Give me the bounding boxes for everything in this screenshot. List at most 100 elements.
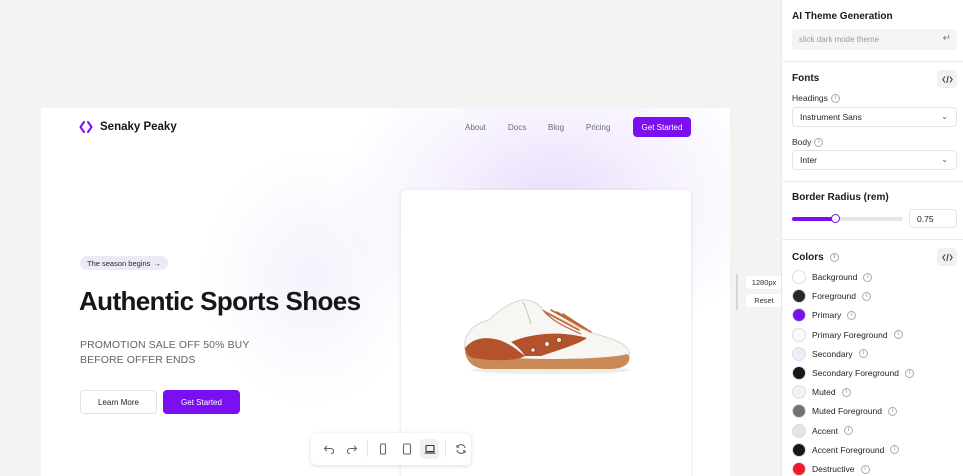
- info-icon[interactable]: i: [861, 291, 871, 301]
- color-label: Background: [812, 272, 858, 282]
- toolbar-divider: [445, 441, 446, 457]
- color-row[interactable]: Foreground i: [792, 288, 871, 304]
- colors-code-button[interactable]: [937, 248, 957, 266]
- color-swatch[interactable]: [792, 346, 806, 361]
- info-icon[interactable]: i: [890, 445, 900, 455]
- info-icon[interactable]: i: [847, 310, 857, 320]
- sneaker-image: [464, 299, 631, 374]
- logo-text: Senaky Peaky: [100, 121, 177, 133]
- info-icon[interactable]: i: [814, 137, 824, 147]
- headings-font-value: Instrument Sans: [800, 112, 862, 122]
- info-icon[interactable]: i: [893, 330, 903, 340]
- color-swatch[interactable]: [792, 385, 806, 400]
- badge-label: The season begins: [87, 258, 151, 268]
- color-swatch[interactable]: [792, 462, 806, 476]
- color-row[interactable]: Background i: [792, 269, 873, 285]
- fonts-title: Fonts: [792, 73, 820, 84]
- info-icon[interactable]: i: [841, 387, 851, 397]
- info-icon[interactable]: i: [844, 426, 853, 436]
- info-icon[interactable]: i: [830, 93, 840, 103]
- headings-font-label: Headings i: [792, 93, 840, 103]
- mobile-icon: [380, 443, 387, 455]
- color-row[interactable]: Secondary Foreground i: [792, 365, 914, 381]
- chevron-down-icon: ⌄: [941, 112, 948, 121]
- border-radius-slider[interactable]: [792, 214, 903, 223]
- color-swatch[interactable]: [792, 423, 806, 438]
- background-glow-soft: [201, 148, 421, 408]
- fonts-code-button[interactable]: [937, 70, 957, 88]
- site-nav: Senaky Peaky About Docs Blog Pricing Get…: [41, 108, 730, 148]
- color-label: Accent Foreground: [812, 444, 885, 455]
- border-radius-title: Border Radius (rem): [792, 192, 889, 203]
- color-row[interactable]: Accent i: [792, 423, 853, 439]
- code-icon: [941, 75, 953, 83]
- info-icon[interactable]: i: [858, 349, 868, 359]
- nav-link-pricing[interactable]: Pricing: [586, 123, 610, 132]
- color-swatch[interactable]: [792, 327, 806, 342]
- color-label: Accent: [812, 425, 838, 436]
- undo-button[interactable]: [319, 439, 338, 459]
- section-divider: [782, 61, 963, 62]
- site-preview: Senaky Peaky About Docs Blog Pricing Get…: [41, 108, 730, 476]
- color-swatch[interactable]: [792, 308, 806, 323]
- site-logo[interactable]: Senaky Peaky: [79, 120, 177, 134]
- slider-thumb[interactable]: [831, 214, 841, 223]
- mobile-view-button[interactable]: [374, 439, 393, 459]
- learn-more-button[interactable]: Learn More: [80, 390, 157, 414]
- laptop-icon: [424, 444, 435, 454]
- color-swatch[interactable]: [792, 289, 806, 304]
- section-divider: [782, 239, 963, 240]
- color-label: Secondary Foreground: [812, 368, 899, 378]
- tablet-icon: [402, 443, 411, 455]
- tablet-view-button[interactable]: [397, 439, 416, 459]
- info-icon[interactable]: i: [829, 253, 839, 262]
- info-icon[interactable]: i: [863, 272, 873, 282]
- color-label: Primary Foreground: [812, 329, 888, 340]
- headings-font-select[interactable]: Instrument Sans ⌄: [792, 107, 957, 127]
- color-label: Primary: [812, 310, 842, 321]
- redo-button[interactable]: [342, 439, 361, 459]
- color-row[interactable]: Secondary i: [792, 346, 868, 362]
- color-swatch[interactable]: [792, 442, 806, 457]
- color-swatch[interactable]: [792, 404, 806, 419]
- colors-title: Colors i: [792, 252, 839, 263]
- body-font-select[interactable]: Inter ⌄: [792, 150, 957, 170]
- ai-theme-placeholder: slick dark mode theme: [799, 35, 880, 44]
- laptop-view-button[interactable]: [420, 439, 440, 459]
- color-row[interactable]: Primary Foreground i: [792, 327, 903, 343]
- info-icon[interactable]: i: [904, 368, 914, 378]
- get-started-button[interactable]: Get Started: [163, 390, 240, 414]
- viewport-size-label: 1280px: [746, 276, 782, 289]
- body-font-value: Inter: [800, 155, 818, 165]
- color-swatch[interactable]: [792, 270, 806, 284]
- color-swatch[interactable]: [792, 366, 806, 380]
- enter-icon[interactable]: ↵: [943, 33, 951, 44]
- nav-get-started-button[interactable]: Get Started: [633, 117, 691, 137]
- redo-icon: [346, 445, 357, 455]
- color-row[interactable]: Primary i: [792, 307, 857, 323]
- colors-title-text: Colors: [792, 252, 824, 263]
- color-row[interactable]: Accent Foreground i: [792, 442, 900, 458]
- color-row[interactable]: Muted i: [792, 384, 851, 400]
- ai-theme-input[interactable]: slick dark mode theme ↵: [792, 29, 957, 50]
- refresh-icon: [456, 444, 467, 454]
- viewport-reset-button[interactable]: Reset: [746, 294, 782, 307]
- border-radius-input[interactable]: 0.75: [909, 209, 957, 228]
- ai-theme-title: AI Theme Generation: [792, 11, 893, 22]
- info-icon[interactable]: i: [860, 464, 870, 474]
- color-row[interactable]: Destructive i: [792, 461, 870, 476]
- nav-link-blog[interactable]: Blog: [548, 123, 564, 132]
- nav-link-docs[interactable]: Docs: [508, 123, 526, 132]
- body-font-label: Body i: [792, 137, 824, 147]
- refresh-button[interactable]: [452, 439, 471, 459]
- color-label: Muted: [812, 387, 836, 398]
- arrow-right-icon: →: [153, 258, 161, 268]
- chevron-down-icon: ⌄: [941, 155, 948, 164]
- color-label: Secondary: [812, 348, 853, 359]
- hero-title: Authentic Sports Shoes: [79, 286, 361, 316]
- preview-toolbar: [311, 433, 471, 465]
- color-row[interactable]: Muted Foreground i: [792, 403, 897, 419]
- info-icon[interactable]: i: [887, 406, 897, 416]
- season-badge[interactable]: The season begins →: [80, 256, 168, 270]
- nav-link-about[interactable]: About: [465, 123, 486, 132]
